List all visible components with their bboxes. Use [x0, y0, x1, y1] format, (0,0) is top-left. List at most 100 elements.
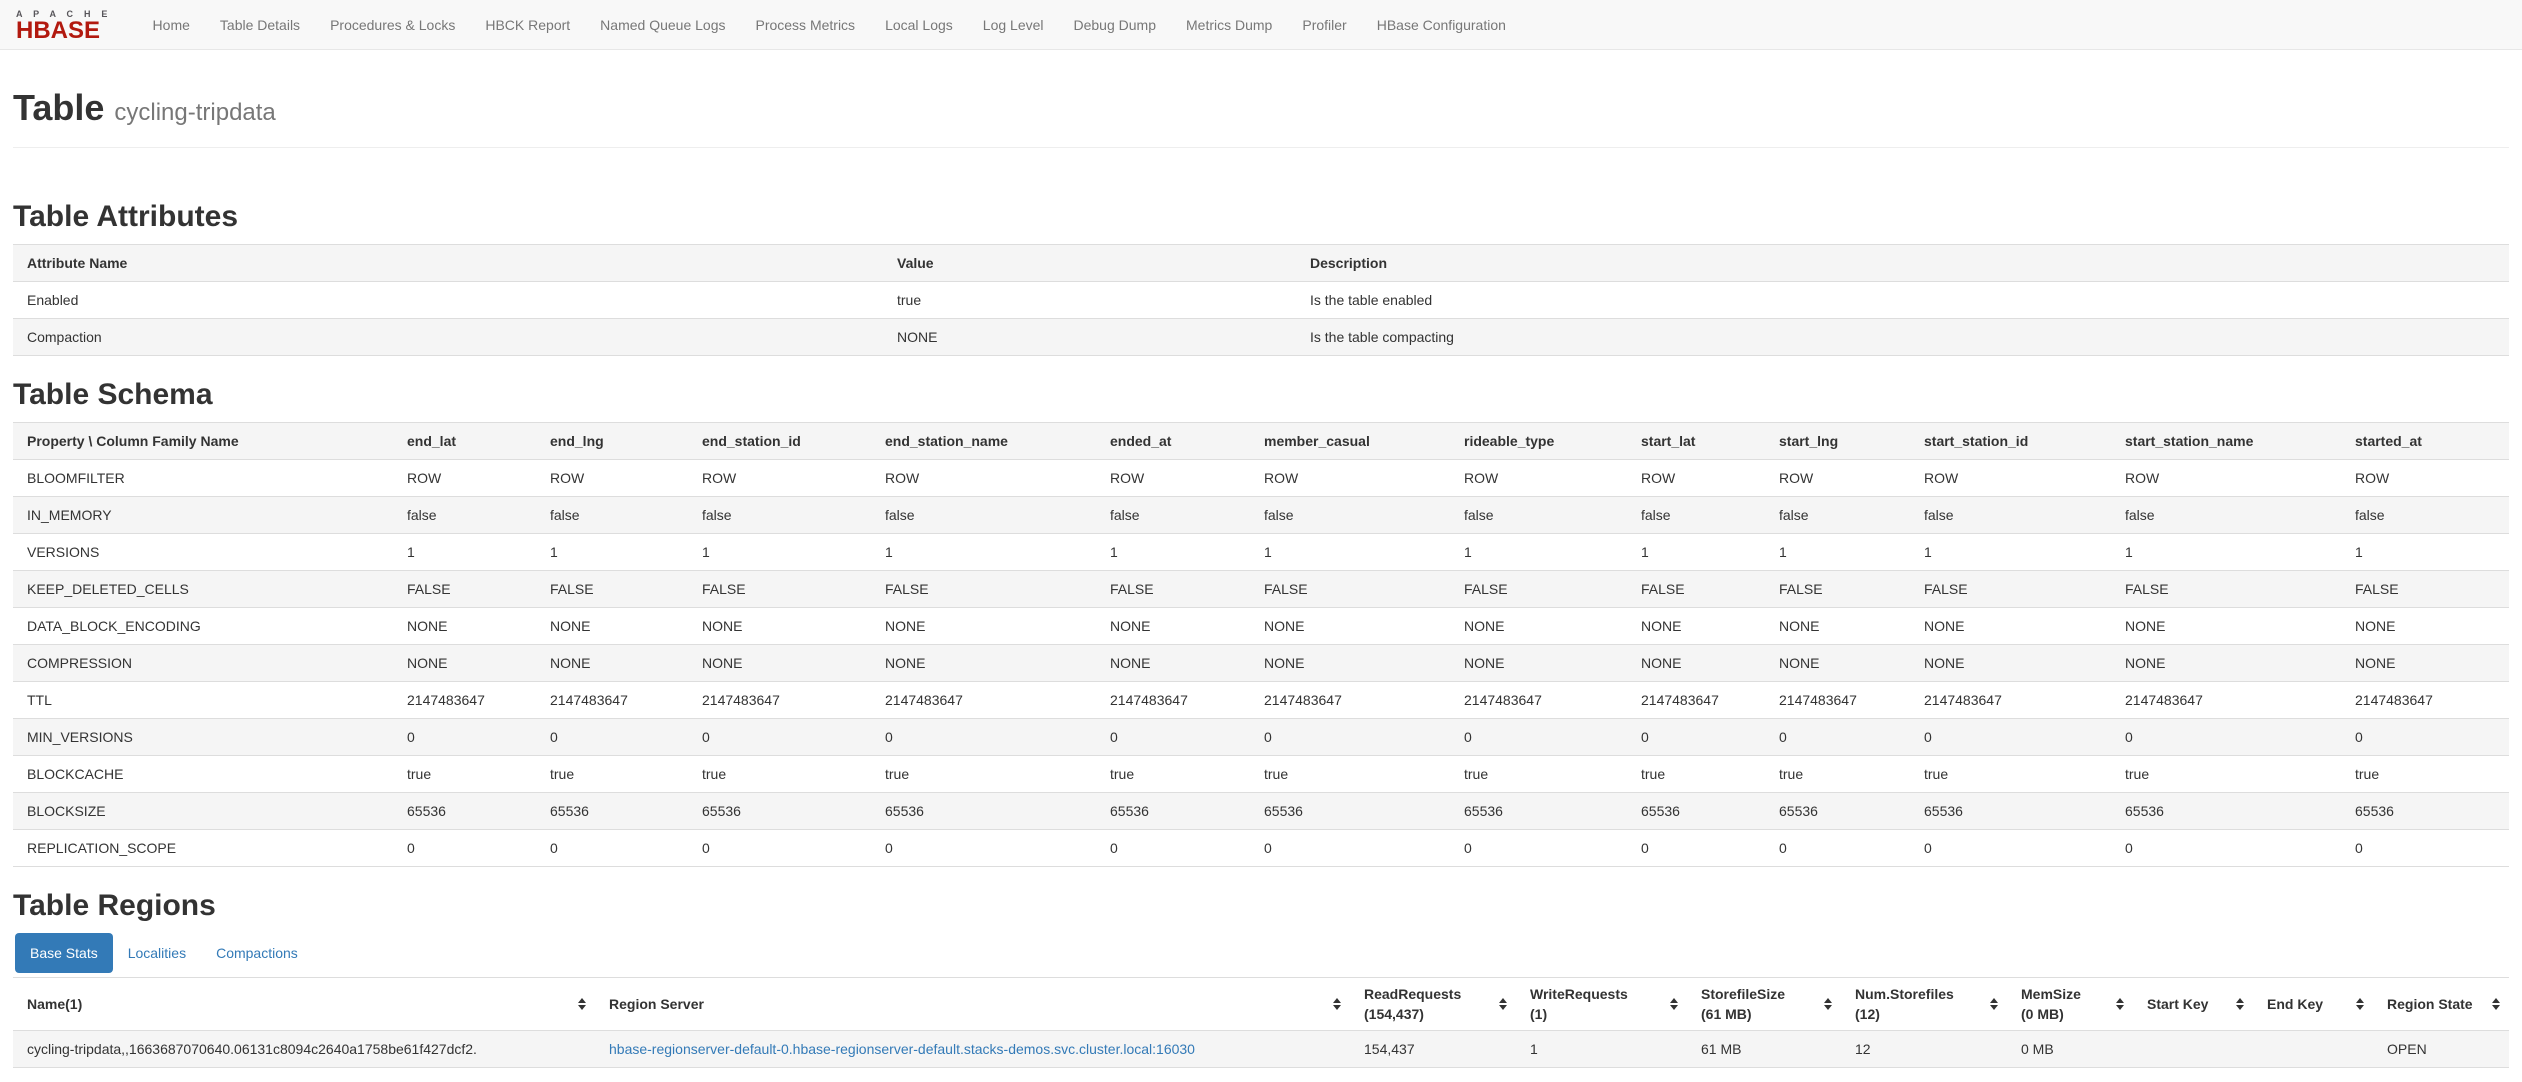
schema-value-cell: ROW	[2111, 459, 2341, 497]
region-row: cycling-tripdata,,1663687070640.06131c80…	[13, 1030, 2509, 1068]
sort-down-arrow	[578, 1005, 586, 1010]
regions-col-name-1[interactable]: Name(1)	[13, 977, 595, 1031]
nav-link-hbck-report[interactable]: HBCK Report	[470, 0, 585, 50]
schema-value-cell: false	[1096, 496, 1250, 534]
sort-icon[interactable]	[1499, 998, 1507, 1010]
sort-up-arrow	[1333, 998, 1341, 1003]
nav-link-profiler[interactable]: Profiler	[1287, 0, 1361, 50]
nav-link-hbase-configuration[interactable]: HBase Configuration	[1362, 0, 1521, 50]
region-server-link[interactable]: hbase-regionserver-default-0.hbase-regio…	[609, 1041, 1195, 1057]
schema-value-cell: 0	[1765, 829, 1910, 867]
schema-value-cell: 0	[1450, 718, 1627, 756]
schema-value-cell: FALSE	[1450, 570, 1627, 608]
nav-item-log-level: Log Level	[968, 0, 1059, 50]
schema-value-cell: ROW	[1250, 459, 1450, 497]
schema-value-cell: FALSE	[1910, 570, 2111, 608]
attributes-col-description: Description	[1296, 244, 2509, 282]
region-server-cell: hbase-regionserver-default-0.hbase-regio…	[595, 1030, 1350, 1068]
sort-icon[interactable]	[1670, 998, 1678, 1010]
sort-icon[interactable]	[578, 998, 586, 1010]
page-title-text: Table	[13, 87, 105, 128]
schema-value-cell: 1	[2111, 533, 2341, 571]
schema-col-start-station-name: start_station_name	[2111, 422, 2341, 460]
schema-property-cell: BLOCKCACHE	[13, 755, 393, 793]
sort-icon[interactable]	[1990, 998, 1998, 1010]
schema-value-cell: 2147483647	[2111, 681, 2341, 719]
schema-value-cell: NONE	[1910, 607, 2111, 645]
nav-link-process-metrics[interactable]: Process Metrics	[740, 0, 870, 50]
tab-link-compactions[interactable]: Compactions	[201, 933, 313, 973]
schema-value-cell: true	[536, 755, 688, 793]
schema-value-cell: 65536	[2111, 792, 2341, 830]
schema-value-cell: true	[1765, 755, 1910, 793]
sort-up-arrow	[1499, 998, 1507, 1003]
regions-table: Name(1) Region Server ReadRequests (154,437…	[13, 977, 2509, 1068]
regions-col-region-state[interactable]: Region State	[2373, 977, 2509, 1031]
schema-value-cell: 2147483647	[1910, 681, 2111, 719]
regions-col-num-storefiles[interactable]: Num.Storefiles (12)	[1841, 977, 2007, 1031]
sort-up-arrow	[578, 998, 586, 1003]
schema-value-cell: 0	[1096, 718, 1250, 756]
sort-icon[interactable]	[2236, 998, 2244, 1010]
nav-link-local-logs[interactable]: Local Logs	[870, 0, 968, 50]
regions-col-region-server[interactable]: Region Server	[595, 977, 1350, 1031]
schema-value-cell: true	[688, 755, 871, 793]
sort-icon[interactable]	[2116, 998, 2124, 1010]
schema-value-cell: false	[1250, 496, 1450, 534]
schema-value-cell: 0	[393, 718, 536, 756]
nav-link-named-queue-logs[interactable]: Named Queue Logs	[585, 0, 740, 50]
schema-col-start-lng: start_lng	[1765, 422, 1910, 460]
region-region-state-cell: OPEN	[2373, 1030, 2509, 1068]
regions-col-writerequests[interactable]: WriteRequests (1)	[1516, 977, 1687, 1031]
schema-value-cell: 65536	[1765, 792, 1910, 830]
regions-col-end-key[interactable]: End Key	[2253, 977, 2373, 1031]
nav-link-log-level[interactable]: Log Level	[968, 0, 1059, 50]
sort-icon[interactable]	[2492, 998, 2500, 1010]
nav-link-metrics-dump[interactable]: Metrics Dump	[1171, 0, 1287, 50]
sort-up-arrow	[2116, 998, 2124, 1003]
tab-link-localities[interactable]: Localities	[113, 933, 201, 973]
regions-col-memsize[interactable]: MemSize (0 MB)	[2007, 977, 2133, 1031]
regions-col-readrequests[interactable]: ReadRequests (154,437)	[1350, 977, 1516, 1031]
schema-value-cell: 1	[688, 533, 871, 571]
schema-value-cell: ROW	[1450, 459, 1627, 497]
sort-icon[interactable]	[1824, 998, 1832, 1010]
schema-value-cell: false	[1627, 496, 1765, 534]
schema-value-cell: ROW	[393, 459, 536, 497]
schema-row-ttl: TTL 2147483647 2147483647 2147483647 2147483…	[13, 681, 2509, 719]
sort-icon[interactable]	[2356, 998, 2364, 1010]
schema-value-cell: ROW	[688, 459, 871, 497]
sort-down-arrow	[1990, 1005, 1998, 1010]
schema-value-cell: NONE	[536, 644, 688, 682]
schema-row-blocksize: BLOCKSIZE 65536 65536 65536 65536 65536 65536 6…	[13, 792, 2509, 830]
schema-col-started-at: started_at	[2341, 422, 2509, 460]
schema-value-cell: 2147483647	[1765, 681, 1910, 719]
nav-item-process-metrics: Process Metrics	[740, 0, 870, 50]
schema-value-cell: 0	[871, 718, 1096, 756]
schema-value-cell: 2147483647	[1250, 681, 1450, 719]
schema-value-cell: NONE	[1910, 644, 2111, 682]
schema-value-cell: 2147483647	[2341, 681, 2509, 719]
attributes-header-row: Attribute Name Value Description	[13, 244, 2509, 282]
schema-value-cell: 65536	[536, 792, 688, 830]
schema-value-cell: NONE	[1627, 607, 1765, 645]
schema-property-cell: BLOOMFILTER	[13, 459, 393, 497]
sort-icon[interactable]	[1333, 998, 1341, 1010]
nav-link-table-details[interactable]: Table Details	[205, 0, 315, 50]
nav-item-named-queue-logs: Named Queue Logs	[585, 0, 740, 50]
sort-up-arrow	[1990, 998, 1998, 1003]
tab-link-base-stats[interactable]: Base Stats	[15, 933, 113, 973]
regions-col-storefilesize[interactable]: StorefileSize (61 MB)	[1687, 977, 1841, 1031]
schema-property-cell: IN_MEMORY	[13, 496, 393, 534]
schema-value-cell: NONE	[1450, 644, 1627, 682]
nav-link-home[interactable]: Home	[138, 0, 205, 50]
schema-value-cell: NONE	[1096, 607, 1250, 645]
schema-value-cell: 2147483647	[393, 681, 536, 719]
regions-col-start-key[interactable]: Start Key	[2133, 977, 2253, 1031]
schema-value-cell: false	[2111, 496, 2341, 534]
nav-link-debug-dump[interactable]: Debug Dump	[1059, 0, 1172, 50]
hbase-logo[interactable]: A P A C H E HBASE	[16, 7, 112, 43]
schema-value-cell: 65536	[2341, 792, 2509, 830]
nav-link-procedures-locks[interactable]: Procedures & Locks	[315, 0, 470, 50]
schema-value-cell: 2147483647	[1627, 681, 1765, 719]
